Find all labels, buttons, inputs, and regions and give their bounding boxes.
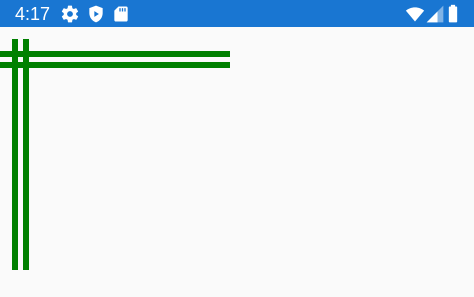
gear-icon [61, 5, 79, 23]
drawing-canvas [0, 27, 474, 297]
play-protect-icon [89, 5, 103, 23]
vertical-line-2 [23, 39, 29, 270]
cell-signal-icon [426, 5, 444, 23]
vertical-line-1 [12, 39, 18, 270]
battery-icon [448, 4, 458, 23]
sd-card-icon [114, 6, 128, 22]
status-time: 4:17 [15, 4, 51, 24]
wifi-icon [405, 7, 425, 22]
horizontal-line-2 [0, 62, 230, 68]
horizontal-line-1 [0, 51, 230, 57]
app-screen: 4:17 [0, 0, 474, 297]
status-bar: 4:17 [0, 0, 474, 27]
